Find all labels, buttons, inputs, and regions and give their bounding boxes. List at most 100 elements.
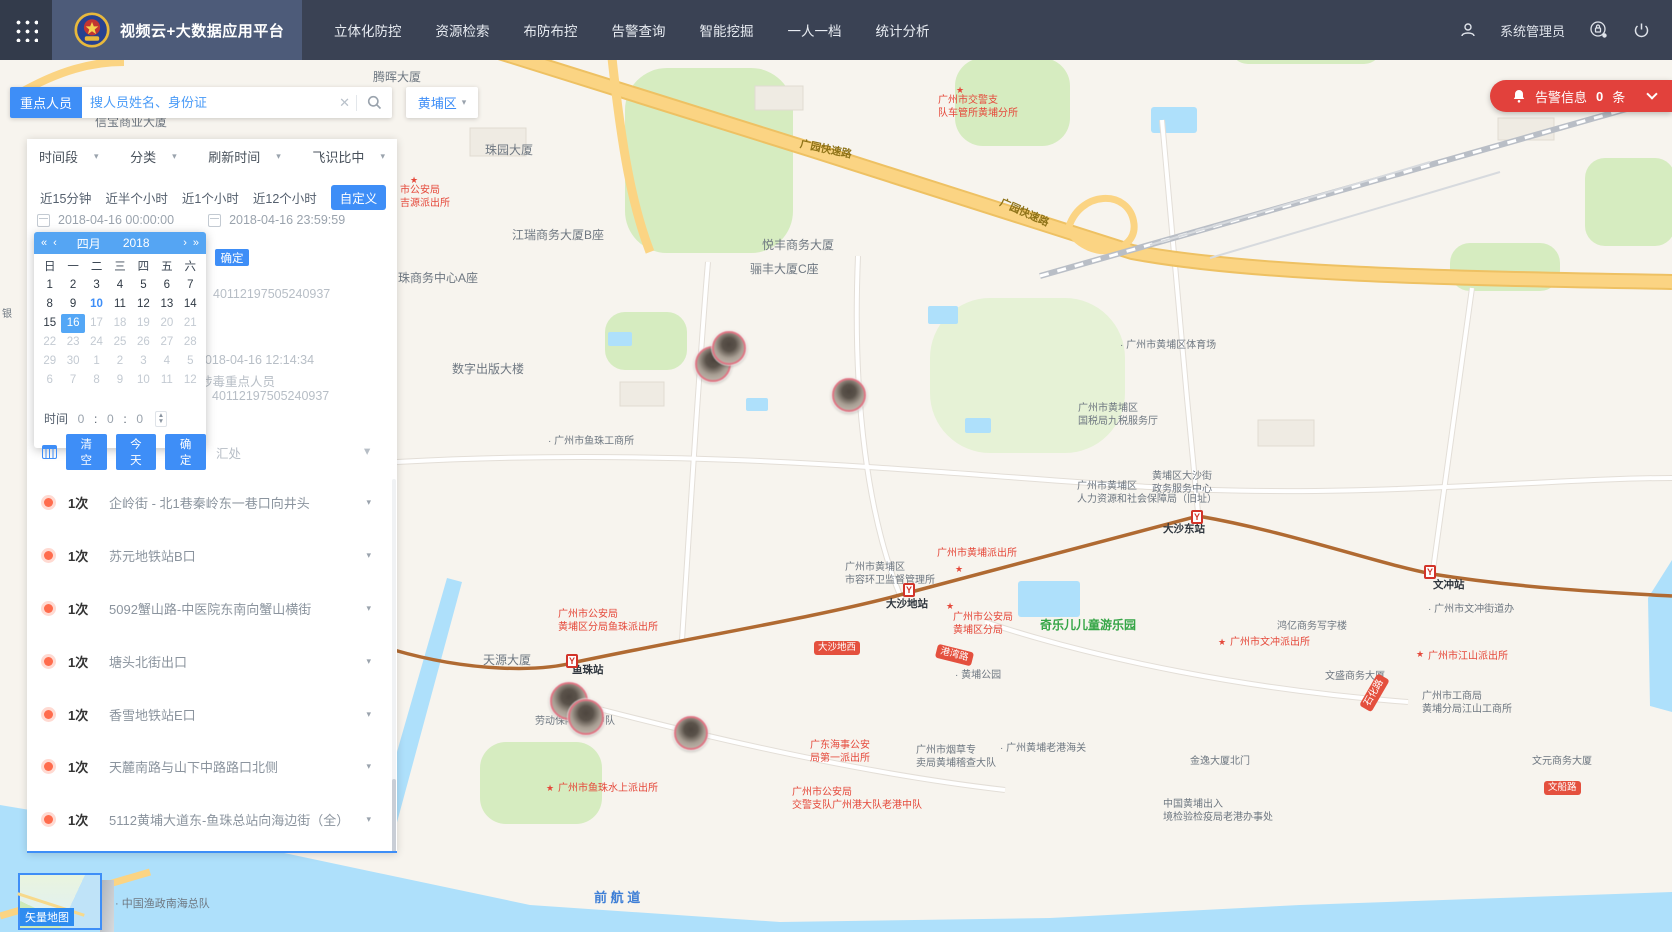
key-person-button[interactable]: 重点人员 — [10, 87, 82, 118]
calendar-day-9[interactable]: 9 — [108, 371, 131, 390]
chevron-down-icon[interactable]: ▾ — [366, 656, 371, 667]
quick-range-2[interactable]: 近1个小时 — [182, 188, 239, 207]
app-grid-button[interactable] — [0, 0, 52, 60]
calendar-day-10[interactable]: 10 — [85, 295, 108, 314]
calendar-day-3[interactable]: 3 — [85, 276, 108, 295]
nav-item-6[interactable]: 统计分析 — [876, 20, 930, 40]
metro-station-icon[interactable]: Y — [1424, 565, 1436, 579]
calendar-day-5[interactable]: 5 — [179, 352, 202, 371]
metro-station-icon[interactable]: Y — [566, 654, 578, 668]
calendar-day-14[interactable]: 14 — [179, 295, 202, 314]
calendar-day-7[interactable]: 7 — [61, 371, 84, 390]
calendar-day-26[interactable]: 26 — [132, 333, 155, 352]
face-capture-marker[interactable] — [712, 331, 746, 365]
end-date[interactable]: 2018-04-16 23:59:59 — [229, 213, 345, 227]
filter-1[interactable]: 分类▾ — [130, 147, 177, 166]
calendar-day-1[interactable]: 1 — [38, 276, 61, 295]
clear-button[interactable]: 清空 — [66, 434, 107, 470]
chevron-down-icon[interactable]: ▾ — [366, 497, 371, 508]
calendar-day-30[interactable]: 30 — [61, 352, 84, 371]
calendar-day-4[interactable]: 4 — [108, 276, 131, 295]
next-year-button[interactable]: » — [193, 237, 199, 249]
list-item[interactable]: 1次苏元地铁站B口▾ — [27, 540, 397, 570]
list-item[interactable]: 1次香雪地铁站E口▾ — [27, 699, 397, 729]
nav-item-5[interactable]: 一人一档 — [788, 20, 842, 40]
nav-item-4[interactable]: 智能挖掘 — [700, 20, 754, 40]
step-down-icon[interactable]: ▼ — [158, 419, 164, 425]
calendar-day-6[interactable]: 6 — [155, 276, 178, 295]
security-settings-icon[interactable] — [1589, 20, 1609, 40]
calendar-day-27[interactable]: 27 — [155, 333, 178, 352]
hour-value[interactable]: 0 — [76, 412, 86, 426]
face-capture-marker[interactable] — [832, 378, 866, 412]
nav-item-0[interactable]: 立体化防控 — [334, 20, 402, 40]
list-item[interactable]: 1次天麓南路与山下中路路口北侧▾ — [27, 751, 397, 781]
calendar-day-29[interactable]: 29 — [38, 352, 61, 371]
calendar-day-11[interactable]: 11 — [155, 371, 178, 390]
chevron-down-icon[interactable]: ▾ — [366, 603, 371, 614]
alarm-info-pill[interactable]: 告警信息 0 条 — [1490, 80, 1672, 112]
calendar-day-20[interactable]: 20 — [155, 314, 178, 333]
logout-power-icon[interactable] — [1633, 22, 1650, 39]
quick-range-1[interactable]: 近半个小时 — [105, 188, 168, 207]
clear-icon[interactable]: ✕ — [333, 95, 356, 111]
next-month-button[interactable]: › — [183, 237, 187, 249]
chevron-down-icon[interactable] — [1647, 88, 1658, 99]
face-capture-marker[interactable] — [674, 716, 708, 750]
scrollbar-thumb[interactable] — [392, 779, 396, 853]
calendar-day-10[interactable]: 10 — [132, 371, 155, 390]
calendar-month[interactable]: 四月 — [77, 235, 101, 252]
calendar-day-19[interactable]: 19 — [132, 314, 155, 333]
calendar-grid-icon[interactable] — [42, 445, 57, 459]
ok-button[interactable]: 确定 — [165, 434, 206, 470]
calendar-day-24[interactable]: 24 — [85, 333, 108, 352]
calendar-day-18[interactable]: 18 — [108, 314, 131, 333]
calendar-day-8[interactable]: 8 — [38, 295, 61, 314]
calendar-year[interactable]: 2018 — [123, 236, 150, 250]
start-date[interactable]: 2018-04-16 00:00:00 — [58, 213, 174, 227]
list-item[interactable]: 1次塘头北街出口▾ — [27, 646, 397, 676]
minute-value[interactable]: 0 — [105, 412, 115, 426]
calendar-day-12[interactable]: 12 — [132, 295, 155, 314]
chevron-down-icon[interactable]: ▾ — [366, 709, 371, 720]
filter-3[interactable]: 飞识比中▾ — [312, 147, 385, 166]
metro-station-icon[interactable]: Y — [1191, 510, 1203, 524]
nav-item-2[interactable]: 布防布控 — [524, 20, 578, 40]
prev-year-button[interactable]: « — [41, 237, 47, 249]
calendar-day-3[interactable]: 3 — [132, 352, 155, 371]
calendar-day-5[interactable]: 5 — [132, 276, 155, 295]
calendar-day-7[interactable]: 7 — [179, 276, 202, 295]
calendar-day-9[interactable]: 9 — [61, 295, 84, 314]
calendar-day-21[interactable]: 21 — [179, 314, 202, 333]
calendar-day-12[interactable]: 12 — [179, 371, 202, 390]
chevron-down-icon[interactable]: ▾ — [366, 761, 371, 772]
second-value[interactable]: 0 — [135, 412, 145, 426]
filter-2[interactable]: 刷新时间▾ — [208, 147, 281, 166]
confirm-button[interactable]: 确定 — [215, 249, 249, 266]
calendar-day-1[interactable]: 1 — [85, 352, 108, 371]
calendar-day-17[interactable]: 17 — [85, 314, 108, 333]
calendar-day-4[interactable]: 4 — [155, 352, 178, 371]
calendar-day-25[interactable]: 25 — [108, 333, 131, 352]
minimap-label[interactable]: 矢量地图 — [20, 908, 74, 926]
calendar-day-11[interactable]: 11 — [108, 295, 131, 314]
custom-range-button[interactable]: 自定义 — [331, 185, 387, 210]
list-item[interactable]: 1次企岭街 - 北1巷秦岭东一巷口向井头▾ — [27, 487, 397, 517]
chevron-down-icon[interactable]: ▾ — [366, 814, 371, 825]
district-selector[interactable]: 黄埔区 ▾ — [406, 87, 478, 118]
list-item[interactable]: 1次5112黄埔大道东-鱼珠总站向海边街（全）▾ — [27, 804, 397, 834]
search-input[interactable] — [82, 95, 333, 110]
list-item[interactable]: 1次5092蟹山路-中医院东南向蟹山横街▾ — [27, 593, 397, 623]
calendar-day-6[interactable]: 6 — [38, 371, 61, 390]
calendar-day-8[interactable]: 8 — [85, 371, 108, 390]
nav-item-3[interactable]: 告警查询 — [612, 20, 666, 40]
chevron-down-icon[interactable]: ▾ — [366, 550, 371, 561]
prev-month-button[interactable]: ‹ — [53, 237, 57, 249]
calendar-day-16[interactable]: 16 — [61, 314, 84, 333]
calendar-day-15[interactable]: 15 — [38, 314, 61, 333]
nav-item-1[interactable]: 资源检索 — [436, 20, 490, 40]
current-user[interactable]: 系统管理员 — [1500, 21, 1565, 40]
calendar-day-23[interactable]: 23 — [61, 333, 84, 352]
quick-range-0[interactable]: 近15分钟 — [40, 188, 91, 207]
calendar-day-28[interactable]: 28 — [179, 333, 202, 352]
